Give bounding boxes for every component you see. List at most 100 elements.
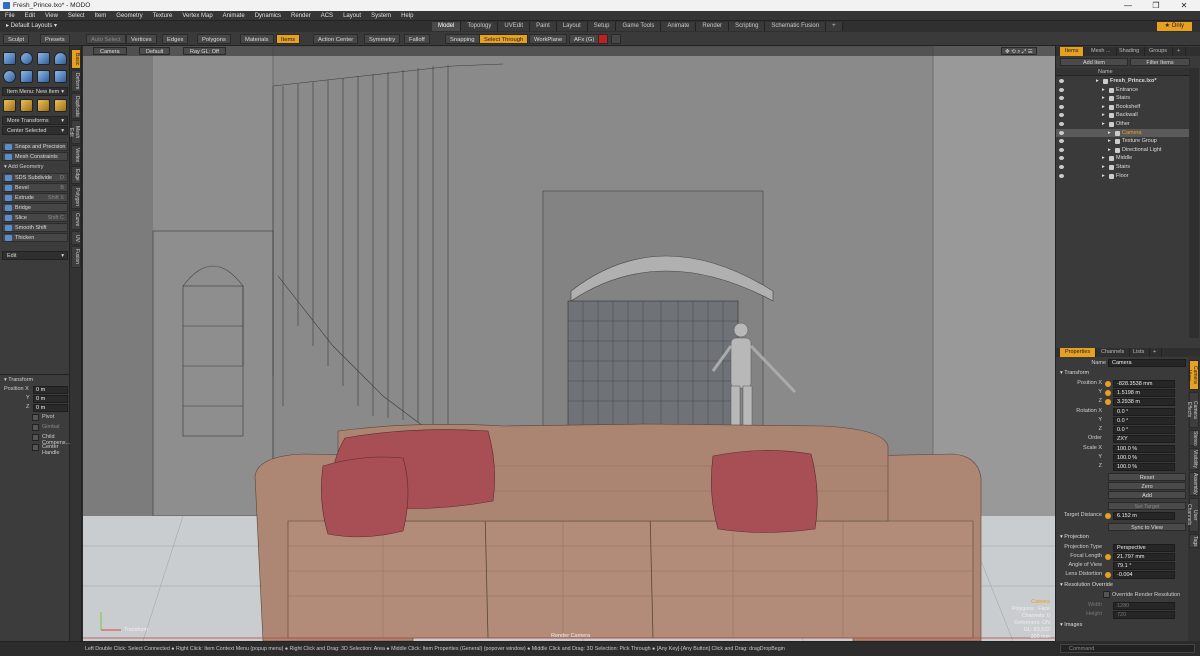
menu-help[interactable]: Help (396, 11, 418, 21)
gimbal-checkbox[interactable] (32, 424, 39, 431)
menu-edit[interactable]: Edit (20, 11, 40, 21)
rotate-tool-icon[interactable] (20, 99, 33, 112)
keyframe-dot[interactable] (1105, 572, 1111, 578)
tree-item-row[interactable]: ▸ Stairs (1056, 163, 1189, 172)
visibility-eye-icon[interactable] (1059, 173, 1064, 178)
tab-schematic-fusion[interactable]: Schematic Fusion (765, 22, 827, 31)
center-selected-dropdown[interactable]: Center Selected (2, 126, 68, 136)
thicken-button[interactable]: Thicken (2, 233, 68, 242)
tree-item-row[interactable]: ▸ Bookshelf (1056, 103, 1189, 112)
add-geometry-header[interactable]: ▾ Add Geometry (4, 164, 43, 170)
menu-geometry[interactable]: Geometry (111, 11, 147, 21)
rotation-x-field[interactable]: 0.0 ° (1113, 408, 1175, 416)
sculpt-button[interactable]: Sculpt (3, 34, 30, 44)
expand-arrow-icon[interactable]: ▸ (1102, 163, 1105, 172)
menu-animate[interactable]: Animate (218, 11, 250, 21)
falloff-button[interactable]: Falloff (404, 34, 430, 44)
vtab-user-channels[interactable]: User Channels (1186, 498, 1199, 532)
cone-icon[interactable] (54, 52, 67, 65)
vtab-duplicate[interactable]: Duplicate (71, 93, 81, 119)
expand-arrow-icon[interactable]: ▸ (1102, 103, 1105, 112)
images-section[interactable]: Images (1060, 622, 1082, 628)
smooth-shift-button[interactable]: Smooth Shift (2, 223, 68, 232)
sphere-icon[interactable] (20, 52, 33, 65)
mesh-constraints-button[interactable]: Mesh Constraints (2, 152, 68, 161)
menu-view[interactable]: View (40, 11, 63, 21)
edit-dropdown[interactable]: Edit (2, 251, 68, 261)
command-input[interactable]: Command (1060, 644, 1195, 653)
select-through-button[interactable]: Select Through (479, 34, 529, 44)
expand-arrow-icon[interactable]: ▸ (1102, 120, 1105, 129)
visibility-eye-icon[interactable] (1059, 87, 1064, 92)
vtab-deform[interactable]: Deform (71, 70, 81, 92)
camera-view-dropdown[interactable]: Camera (93, 47, 127, 55)
scale-y-field[interactable]: 100.0 % (1113, 454, 1175, 462)
scale-x-field[interactable]: 100.0 % (1113, 445, 1175, 453)
transform-tool-icon[interactable] (54, 99, 67, 112)
bridge-button[interactable]: Bridge (2, 203, 68, 212)
order-dropdown[interactable]: ZXY (1113, 435, 1175, 443)
more-transforms-dropdown[interactable]: More Transforms (2, 116, 68, 126)
position-z-field[interactable]: 3.2938 m (1113, 398, 1175, 406)
tab-setup[interactable]: Setup (587, 22, 617, 31)
set-target-button[interactable]: Set Target (1108, 502, 1186, 510)
bevel-button[interactable]: Bevel B (2, 183, 68, 192)
vtab-polygon[interactable]: Polygon (71, 185, 81, 209)
tab-items[interactable]: Items (1060, 47, 1085, 56)
position-y-field[interactable]: 1.5198 m (1113, 389, 1175, 397)
shading-default-dropdown[interactable]: Default (139, 47, 171, 55)
transform-section[interactable]: Transform (1060, 370, 1089, 376)
vtab-edge[interactable]: Edge (71, 166, 81, 184)
tree-item-row[interactable]: ▸ Texture Group (1056, 137, 1189, 146)
height-field[interactable]: 720 (1113, 611, 1175, 619)
expand-arrow-icon[interactable]: ▸ (1102, 154, 1105, 163)
vtab-vertex[interactable]: Vertex (71, 145, 81, 165)
keyframe-dot[interactable] (1105, 381, 1111, 387)
tree-item-row[interactable]: ▸ Stairs (1056, 94, 1189, 103)
snapping-button[interactable]: Snapping (445, 34, 480, 44)
polygons-mode-button[interactable]: Polygons (197, 34, 231, 44)
tab-properties[interactable]: Properties (1060, 348, 1097, 357)
projection-section[interactable]: Projection (1060, 534, 1088, 540)
tab-render[interactable]: Render (696, 22, 730, 31)
vertices-mode-button[interactable]: Vertices (126, 34, 157, 44)
tab-animate[interactable]: Animate (661, 22, 697, 31)
expand-arrow-icon[interactable]: ▸ (1102, 94, 1105, 103)
auto-select-button[interactable]: Auto Select (86, 34, 126, 44)
vtab-basic[interactable]: Basic (71, 49, 81, 69)
visibility-eye-icon[interactable] (1059, 96, 1064, 101)
zero-button[interactable]: Zero (1108, 482, 1186, 490)
vtab-curve[interactable]: Curve (71, 210, 81, 230)
tree-item-row[interactable]: ▸ Camera (1056, 128, 1189, 138)
add-tab-button[interactable]: + (826, 22, 843, 31)
visibility-eye-icon[interactable] (1059, 113, 1064, 118)
3d-viewport[interactable]: Camera Default Ray GL: Off ✥ ⟲ ⌕ ⤢ ☰ Tra… (83, 46, 1055, 641)
minimize-button[interactable]: — (1114, 0, 1142, 11)
filter-items-button[interactable]: Filter Items (1130, 58, 1190, 66)
expand-arrow-icon[interactable]: ▸ (1102, 86, 1105, 95)
tree-item-row[interactable]: ▸ Other (1056, 120, 1189, 129)
items-mode-button[interactable]: Items (276, 34, 301, 44)
item-menu-dropdown[interactable]: Item Menu: New Item (2, 87, 68, 97)
tab-layout[interactable]: Layout (556, 22, 588, 31)
rotation-z-field[interactable]: 0.0 ° (1113, 426, 1175, 434)
maximize-button[interactable]: ❐ (1142, 0, 1170, 11)
materials-mode-button[interactable]: Materials (240, 34, 274, 44)
tab-uvedit[interactable]: UVEdit (498, 22, 531, 31)
snaps-precision-button[interactable]: Snaps and Precision (2, 142, 68, 151)
position-x-field[interactable]: 0 m (33, 386, 68, 394)
tab-groups[interactable]: Groups (1144, 47, 1174, 56)
target-distance-field[interactable]: 6.152 m (1113, 512, 1175, 520)
vtab-fusion[interactable]: Fusion (71, 246, 81, 268)
position-z-field[interactable]: 0 m (33, 404, 68, 412)
vtab-uv[interactable]: UV (71, 231, 81, 245)
tab-mesh-ops[interactable]: Mesh ... (1086, 47, 1117, 56)
vtab-camera-view[interactable]: Camera View (1186, 360, 1199, 390)
workplane-button[interactable]: WorkPlane (529, 34, 568, 44)
edges-mode-button[interactable]: Edges (162, 34, 189, 44)
menu-vertex-map[interactable]: Vertex Map (177, 11, 217, 21)
projection-type-dropdown[interactable]: Perspective (1113, 544, 1175, 552)
focal-length-field[interactable]: 21.797 mm (1113, 553, 1175, 561)
expand-arrow-icon[interactable]: ▸ (1108, 146, 1111, 155)
add-button[interactable]: Add (1108, 491, 1186, 499)
